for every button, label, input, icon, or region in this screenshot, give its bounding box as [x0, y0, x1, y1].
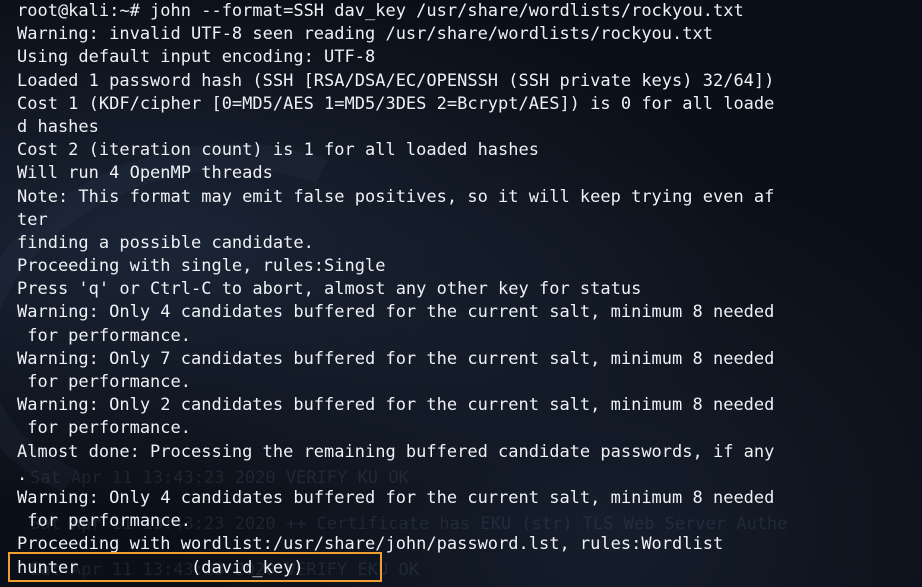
output-line: Warning: Only 2 candidates buffered for … — [17, 395, 775, 416]
output-line: for performance. — [17, 372, 191, 392]
output-line: Note: This format may emit false positiv… — [17, 186, 775, 207]
output-line: finding a possible candidate. — [17, 232, 314, 253]
output-line: Almost done: Processing the remaining bu… — [17, 441, 775, 462]
output-line: Cost 1 (KDF/cipher [0=MD5/AES 1=MD5/3DES… — [17, 93, 775, 114]
output-line: Will run 4 OpenMP threads — [17, 163, 273, 184]
output-line: Using default input encoding: UTF-8 — [17, 47, 376, 68]
output-line: for performance. — [17, 325, 191, 346]
command-prompt-line: root@kali:~# john --format=SSH dav_key /… — [17, 1, 744, 21]
output-line: Warning: invalid UTF-8 seen reading /usr… — [17, 24, 713, 45]
output-line: Warning: Only 4 candidates buffered for … — [17, 302, 775, 323]
output-line: Proceeding with single, rules:Single — [17, 256, 386, 277]
output-line: Warning: Only 4 candidates buffered for … — [17, 487, 775, 508]
output-line: Loaded 1 password hash (SSH [RSA/DSA/EC/… — [17, 70, 775, 91]
output-line: Warning: Only 7 candidates buffered for … — [17, 348, 775, 369]
output-line: ter — [17, 209, 48, 230]
output-line: for performance. — [17, 511, 191, 532]
output-line: Proceeding with wordlist:/usr/share/john… — [17, 534, 724, 555]
cracked-password-line: hunter (david_key) — [17, 557, 304, 578]
terminal-output: root@kali:~# john --format=SSH dav_key /… — [17, 0, 922, 580]
output-line: . — [17, 464, 28, 485]
output-line: Press 'q' or Ctrl-C to abort, almost any… — [17, 279, 642, 300]
output-line: d hashes — [17, 116, 99, 137]
output-line: for performance. — [17, 418, 191, 439]
output-line: Cost 2 (iteration count) is 1 for all lo… — [17, 140, 539, 161]
terminal-window[interactable]: Sat Apr 11 13:43:23 2020 VERIFY KU OK Sa… — [0, 0, 922, 587]
